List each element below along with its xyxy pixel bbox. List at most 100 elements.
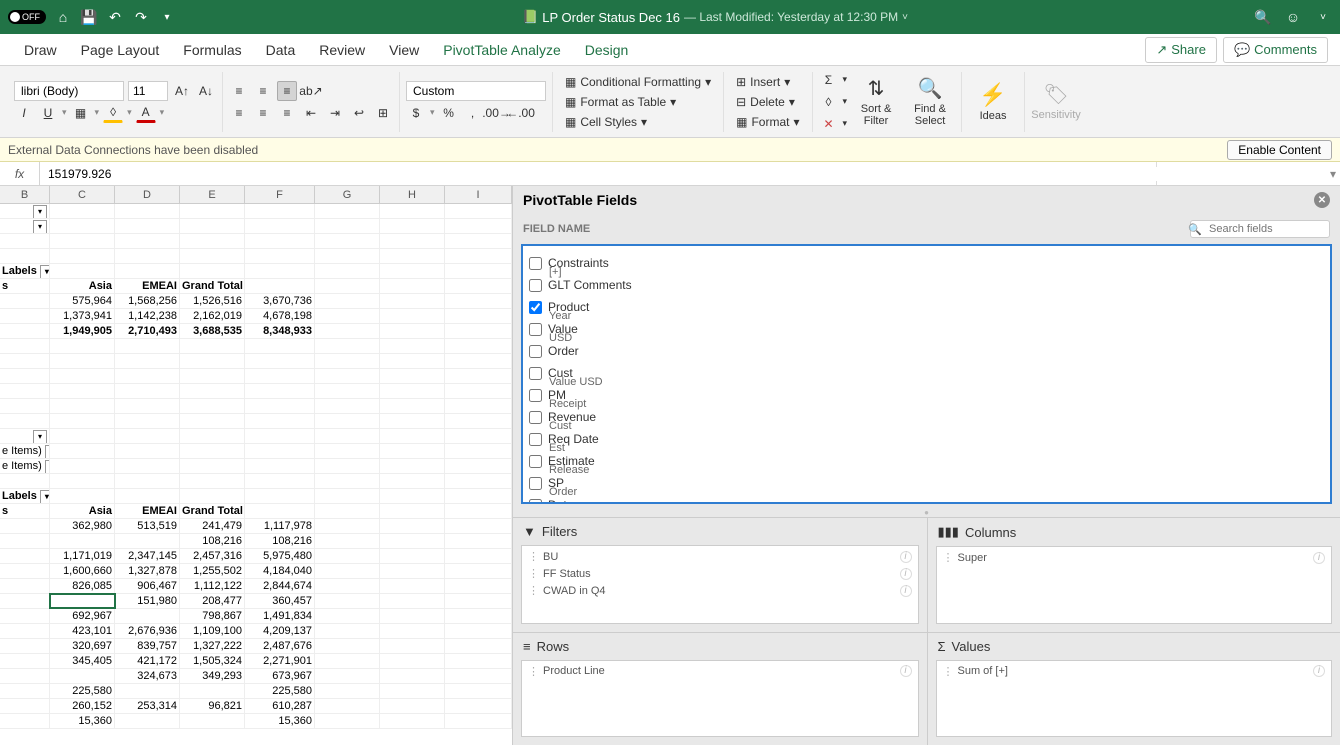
grid-cell[interactable] <box>380 204 445 218</box>
column-header[interactable]: C <box>50 186 115 203</box>
formula-input[interactable] <box>40 167 1326 181</box>
grid-cell[interactable]: 362,980 <box>50 519 115 533</box>
sort-filter-button[interactable]: ⇅ Sort & Filter <box>851 72 901 132</box>
customize-qat-icon[interactable]: ▾ <box>158 8 176 26</box>
grid-cell[interactable]: 1,600,660 <box>50 564 115 578</box>
grid-cell[interactable] <box>0 414 50 428</box>
increase-decimal-icon[interactable]: .00→ <box>487 103 507 123</box>
grid-cell[interactable] <box>380 654 445 668</box>
grid-cell[interactable] <box>50 474 115 488</box>
grid-cell[interactable]: EMEAI <box>115 279 180 293</box>
grid-cell[interactable] <box>315 714 380 728</box>
pivot-field-item[interactable]: Constraints <box>529 252 1324 274</box>
grid-cell[interactable] <box>445 534 512 548</box>
delete-menu[interactable]: ⊟Delete ▾ <box>730 93 805 111</box>
grid-cell[interactable] <box>115 354 180 368</box>
grid-cell[interactable]: s <box>0 504 50 518</box>
grid-cell[interactable] <box>445 699 512 713</box>
decrease-decimal-icon[interactable]: ←.00 <box>511 103 531 123</box>
grid-cell[interactable]: 423,101 <box>50 624 115 638</box>
field-checkbox[interactable] <box>529 301 542 314</box>
pivot-area-item[interactable]: ⋮Superi <box>939 549 1330 566</box>
pivot-area-item[interactable]: ⋮FF Statusi <box>524 565 916 582</box>
grid-cell[interactable] <box>115 264 180 278</box>
grid-cell[interactable]: 1,142,238 <box>115 309 180 323</box>
field-checkbox[interactable] <box>529 279 542 292</box>
grid-cell[interactable]: 208,477 <box>180 594 245 608</box>
grid-cell[interactable] <box>0 624 50 638</box>
spreadsheet-grid[interactable]: BCDEFGHI ▾▾Labels ▾sAsiaEMEAIGrand Total… <box>0 186 512 745</box>
column-header[interactable]: G <box>315 186 380 203</box>
grid-cell[interactable] <box>245 219 315 233</box>
pivot-field-item[interactable]: Date <box>529 494 1324 504</box>
column-header[interactable]: B <box>0 186 50 203</box>
title-dropdown-icon[interactable]: ˅ <box>902 12 908 23</box>
pivot-field-item[interactable]: SP <box>529 472 1324 494</box>
grid-cell[interactable] <box>315 669 380 683</box>
grid-cell[interactable] <box>180 399 245 413</box>
grid-cell[interactable] <box>0 699 50 713</box>
grid-cell[interactable] <box>180 459 245 473</box>
grid-cell[interactable] <box>445 564 512 578</box>
grid-cell[interactable] <box>115 474 180 488</box>
grid-cell[interactable] <box>180 264 245 278</box>
grid-cell[interactable] <box>380 594 445 608</box>
grid-cell[interactable] <box>0 714 50 728</box>
grid-cell[interactable] <box>180 429 245 443</box>
column-header[interactable]: F <box>245 186 315 203</box>
grid-cell[interactable] <box>245 429 315 443</box>
grid-cell[interactable] <box>245 354 315 368</box>
grid-cell[interactable] <box>445 414 512 428</box>
underline-icon[interactable]: U <box>38 103 58 123</box>
grid-cell[interactable] <box>445 459 512 473</box>
grid-cell[interactable] <box>115 369 180 383</box>
grid-cell[interactable] <box>50 489 115 503</box>
grid-cell[interactable] <box>180 444 245 458</box>
grid-cell[interactable]: 3,670,736 <box>245 294 315 308</box>
font-name-select[interactable] <box>14 81 124 101</box>
field-checkbox[interactable] <box>529 389 542 402</box>
conditional-formatting-menu[interactable]: ▦Conditional Formatting ▾ <box>559 73 717 91</box>
grid-cell[interactable] <box>50 264 115 278</box>
grid-cell[interactable]: 8,348,933 <box>245 324 315 338</box>
grid-cell[interactable] <box>115 489 180 503</box>
save-icon[interactable]: 💾 <box>80 8 98 26</box>
grid-cell[interactable] <box>50 369 115 383</box>
field-checkbox[interactable] <box>529 499 542 505</box>
grid-cell[interactable] <box>315 624 380 638</box>
grid-cell[interactable] <box>380 264 445 278</box>
grid-cell[interactable] <box>245 279 315 293</box>
pivot-area-item[interactable]: ⋮Product Linei <box>524 663 916 680</box>
wrap-text-icon[interactable]: ↩ <box>349 103 369 123</box>
field-checkbox[interactable] <box>529 345 542 358</box>
grid-cell[interactable] <box>315 369 380 383</box>
grid-cell[interactable] <box>380 579 445 593</box>
grid-cell[interactable] <box>0 249 50 263</box>
grid-cell[interactable] <box>245 474 315 488</box>
grid-cell[interactable]: e Items) ▾ <box>0 444 50 458</box>
grid-cell[interactable] <box>245 384 315 398</box>
grid-cell[interactable] <box>445 609 512 623</box>
grid-cell[interactable] <box>115 339 180 353</box>
format-menu[interactable]: ▦Format ▾ <box>730 113 805 131</box>
grid-cell[interactable] <box>180 234 245 248</box>
pivot-field-item[interactable]: Estimate <box>529 450 1324 472</box>
grid-cell[interactable] <box>180 339 245 353</box>
grid-cell[interactable] <box>445 549 512 563</box>
grid-cell[interactable] <box>445 489 512 503</box>
font-size-select[interactable] <box>128 81 168 101</box>
grid-cell[interactable] <box>380 294 445 308</box>
enable-content-button[interactable]: Enable Content <box>1227 140 1332 160</box>
pivot-field-item[interactable]: GLT Comments <box>529 274 1324 296</box>
grid-cell[interactable] <box>115 609 180 623</box>
grid-cell[interactable] <box>50 414 115 428</box>
info-icon[interactable]: i <box>1313 665 1325 677</box>
decrease-indent-icon[interactable]: ⇤ <box>301 103 321 123</box>
grid-cell[interactable] <box>445 384 512 398</box>
grid-cell[interactable] <box>0 654 50 668</box>
document-title[interactable]: LP Order Status Dec 16 <box>542 10 680 25</box>
grid-cell[interactable] <box>380 219 445 233</box>
tab-page-layout[interactable]: Page Layout <box>69 34 172 65</box>
align-middle-icon[interactable]: ≡ <box>253 81 273 101</box>
grid-cell[interactable]: 826,085 <box>50 579 115 593</box>
